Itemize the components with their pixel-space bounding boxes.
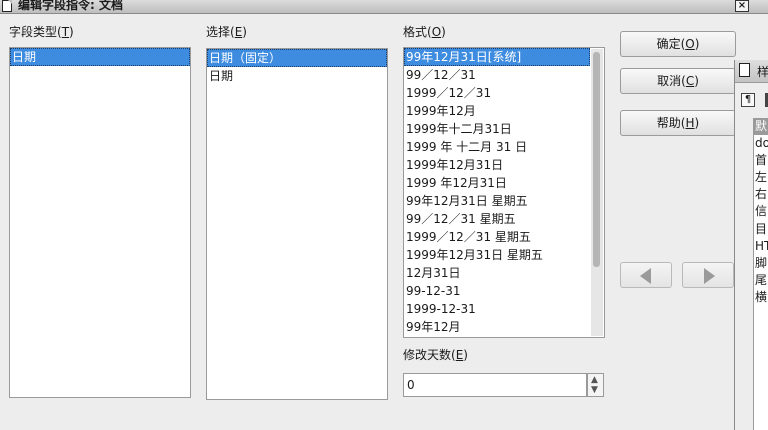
spin-down-icon[interactable]: ▼ <box>591 385 598 395</box>
list-item[interactable]: 脚 <box>754 255 768 272</box>
list-item[interactable]: 99年12月31日 星期五 <box>404 192 590 210</box>
cancel-button[interactable]: 取消(C) <box>620 68 736 94</box>
list-item[interactable]: 1999年12月31日 <box>404 156 590 174</box>
previous-button[interactable] <box>620 262 672 288</box>
list-item[interactable]: 1999-12-31 <box>404 300 590 318</box>
format-scrollbar[interactable] <box>591 49 603 336</box>
next-button[interactable] <box>682 262 734 288</box>
window-title: 编辑字段指令: 文档 <box>18 0 123 12</box>
list-item[interactable]: 首 <box>754 152 768 169</box>
scrollbar-thumb[interactable] <box>593 52 600 267</box>
list-item[interactable]: 1999／12／31 星期五 <box>404 228 590 246</box>
list-item[interactable]: do <box>754 135 768 152</box>
list-item[interactable]: 日期（固定） <box>207 49 387 67</box>
format-items: 99年12月31日[系统] 99／12／31 1999／12／31 1999年1… <box>404 48 590 336</box>
list-item[interactable]: 99年12月31日[系统] <box>404 48 590 66</box>
styles-list[interactable]: 默 do 首 左 右 信 目 HT 脚 尾 横 <box>753 118 768 430</box>
list-item[interactable]: 横 <box>754 289 768 306</box>
list-item[interactable]: 99／12／31 星期五 <box>404 210 590 228</box>
arrow-left-icon <box>640 268 651 284</box>
window-title-bar[interactable]: 编辑字段指令: 文档 × <box>0 0 768 14</box>
list-item[interactable]: 99-12-31 <box>404 282 590 300</box>
list-item[interactable]: 1999 年 十二月 31 日 <box>404 138 590 156</box>
field-type-list[interactable]: 日期 <box>9 47 191 398</box>
field-type-label: 字段类型(T) <box>9 25 74 39</box>
format-label: 格式(O) <box>403 25 446 39</box>
list-item[interactable]: 12月31日 <box>404 264 590 282</box>
list-item[interactable]: 1999年12月 <box>404 102 590 120</box>
list-item[interactable]: 尾 <box>754 272 768 289</box>
close-button[interactable]: × <box>735 0 749 12</box>
selection-list[interactable]: 日期（固定） 日期 <box>206 48 388 400</box>
list-item[interactable]: 1999／12／31 <box>404 84 590 102</box>
format-list[interactable]: 99年12月31日[系统] 99／12／31 1999／12／31 1999年1… <box>403 47 605 338</box>
spin-up-icon[interactable]: ▲ <box>591 375 598 385</box>
styles-panel-title-bar[interactable]: 样 <box>735 60 768 83</box>
list-item[interactable]: 右 <box>754 186 768 203</box>
list-item[interactable]: 1999年12月31日 星期五 <box>404 246 590 264</box>
list-item[interactable]: 99年12月 <box>404 318 590 336</box>
help-button[interactable]: 帮助(H) <box>620 110 736 136</box>
styles-panel-title: 样 <box>757 65 768 79</box>
list-item[interactable]: 99／12／31 <box>404 66 590 84</box>
list-item[interactable]: 1999年十二月31日 <box>404 120 590 138</box>
document-icon <box>2 0 12 12</box>
list-item[interactable]: 默 <box>754 118 768 136</box>
selection-label: 选择(E) <box>206 25 247 39</box>
arrow-right-icon <box>704 268 715 284</box>
document-icon <box>739 63 750 77</box>
styles-panel: 样 ¶ 默 do 首 左 右 信 目 HT 脚 尾 横 <box>734 60 768 430</box>
list-item[interactable]: 目 <box>754 221 768 238</box>
ok-button[interactable]: 确定(O) <box>620 31 736 57</box>
list-item[interactable]: HT <box>754 238 768 255</box>
list-item[interactable]: 日期 <box>207 67 387 85</box>
list-item[interactable]: 左 <box>754 169 768 186</box>
list-item[interactable]: 日期 <box>10 48 190 66</box>
offset-label: 修改天数(E) <box>403 348 468 362</box>
paragraph-styles-icon[interactable]: ¶ <box>741 93 755 107</box>
offset-input[interactable]: 0 <box>403 373 587 397</box>
list-item[interactable]: 1999 年12月31日 <box>404 174 590 192</box>
offset-spinner[interactable]: ▲ ▼ <box>587 373 604 397</box>
list-item[interactable]: 信 <box>754 203 768 220</box>
